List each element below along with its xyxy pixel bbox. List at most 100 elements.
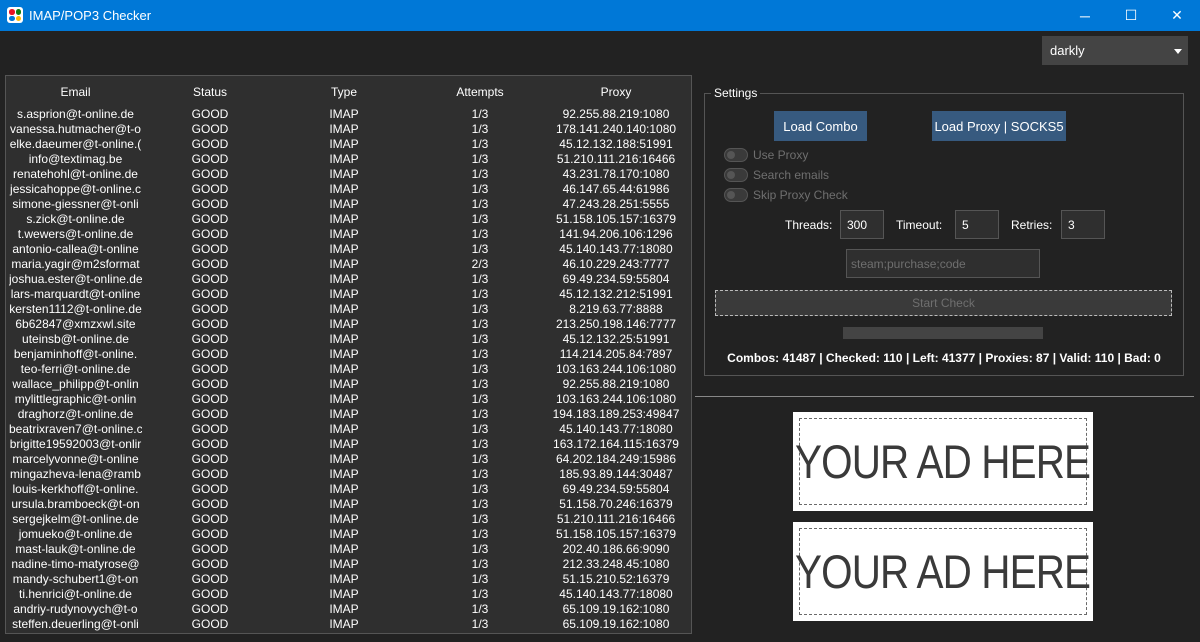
status-cell: GOOD: [191, 107, 229, 121]
results-table[interactable]: Email Status Type Attempts Proxy s.aspri…: [5, 75, 692, 634]
table-row[interactable]: wallace_philipp@t-onlin GOOD IMAP 1/3 92.255…: [6, 377, 691, 392]
table-row[interactable]: s.asprion@t-online.de GOOD IMAP 1/3 92.255.8…: [6, 107, 691, 122]
table-row[interactable]: mingazheva-lena@ramb GOOD IMAP 1/3 185.93.89…: [6, 467, 691, 482]
table-row[interactable]: andriy-rudynovych@t-o GOOD IMAP 1/3 65.109.1…: [6, 602, 691, 617]
table-row[interactable]: brigitte19592003@t-onlir GOOD IMAP 1/3 163.1…: [6, 437, 691, 452]
email-cell: mingazheva-lena@ramb: [10, 467, 141, 481]
close-icon[interactable]: ✕: [1154, 0, 1200, 31]
table-row[interactable]: steffen.deuerling@t-onli GOOD IMAP 1/3 65.10…: [6, 617, 691, 632]
table-row[interactable]: beatrixraven7@t-online.c GOOD IMAP 1/3 45.14…: [6, 422, 691, 437]
use-proxy-label: Use Proxy: [753, 148, 809, 162]
email-cell: draghorz@t-online.de: [17, 407, 134, 421]
type-cell: IMAP: [329, 602, 359, 616]
icon-dot-red: [9, 9, 15, 15]
proxy-cell: 114.214.205.84:7897: [559, 347, 673, 361]
attempts-cell: 1/3: [471, 197, 489, 211]
table-row[interactable]: benjaminhoff@t-online. GOOD IMAP 1/3 114.214…: [6, 347, 691, 362]
email-cell: teo-ferri@t-online.de: [20, 362, 131, 376]
table-row[interactable]: nadine-timo-matyrose@ GOOD IMAP 1/3 212.33.2…: [6, 557, 691, 572]
column-header-status[interactable]: Status: [160, 85, 260, 99]
table-row[interactable]: info@textimag.be GOOD IMAP 1/3 51.210.111.21…: [6, 152, 691, 167]
table-row[interactable]: ursula.bramboeck@t-on GOOD IMAP 1/3 51.158.7…: [6, 497, 691, 512]
keywords-input[interactable]: steam;purchase;code: [846, 249, 1040, 278]
table-row[interactable]: marcelyvonne@t-online GOOD IMAP 1/3 64.202.1…: [6, 452, 691, 467]
status-cell: GOOD: [191, 587, 229, 601]
table-row[interactable]: jomueko@t-online.de GOOD IMAP 1/3 51.158.105…: [6, 527, 691, 542]
attempts-cell: 1/3: [471, 287, 489, 301]
column-header-type[interactable]: Type: [294, 85, 394, 99]
ad-banner-2[interactable]: YOUR AD HERE: [793, 522, 1093, 621]
table-row[interactable]: lars-marquardt@t-online GOOD IMAP 1/3 45.12.…: [6, 287, 691, 302]
table-row[interactable]: uteinsb@t-online.de GOOD IMAP 1/3 45.12.132.…: [6, 332, 691, 347]
proxy-cell: 46.10.229.243:7777: [562, 257, 670, 271]
table-row[interactable]: 6b62847@xmzxwl.site GOOD IMAP 1/3 213.250.19…: [6, 317, 691, 332]
column-header-proxy[interactable]: Proxy: [541, 85, 691, 99]
skip-proxy-check-switch[interactable]: [724, 188, 748, 202]
ad-banner-1[interactable]: YOUR AD HERE: [793, 412, 1093, 511]
table-row[interactable]: louis-kerkhoff@t-online. GOOD IMAP 1/3 69.49…: [6, 482, 691, 497]
table-row[interactable]: ti.henrici@t-online.de GOOD IMAP 1/3 45.140.…: [6, 587, 691, 602]
proxy-cell: 141.94.206.106:1296: [559, 227, 673, 241]
table-row[interactable]: sergejkelm@t-online.de GOOD IMAP 1/3 51.210.…: [6, 512, 691, 527]
table-row[interactable]: kersten1112@t-online.de GOOD IMAP 1/3 8.219.…: [6, 302, 691, 317]
table-row[interactable]: draghorz@t-online.de GOOD IMAP 1/3 194.183.1…: [6, 407, 691, 422]
status-cell: GOOD: [191, 572, 229, 586]
table-row[interactable]: vanessa.hutmacher@t-o GOOD IMAP 1/3 178.141.…: [6, 122, 691, 137]
load-combo-button[interactable]: Load Combo: [774, 111, 867, 141]
attempts-cell: 1/3: [471, 362, 489, 376]
load-proxy-button[interactable]: Load Proxy | SOCKS5: [932, 111, 1066, 141]
column-header-attempts[interactable]: Attempts: [430, 85, 530, 99]
proxy-cell: 194.183.189.253:49847: [552, 407, 680, 421]
table-row[interactable]: s.zick@t-online.de GOOD IMAP 1/3 51.158.105.…: [6, 212, 691, 227]
use-proxy-toggle[interactable]: Use Proxy: [724, 147, 808, 163]
proxy-cell: 103.163.244.106:1080: [555, 392, 677, 406]
proxy-cell: 45.12.132.188:51991: [559, 137, 673, 151]
email-cell: andriy-rudynovych@t-o: [13, 602, 138, 616]
proxy-cell: 51.158.70.246:16379: [559, 497, 673, 511]
table-scrollbar[interactable]: [691, 76, 692, 633]
skip-proxy-check-toggle[interactable]: Skip Proxy Check: [724, 187, 848, 203]
table-row[interactable]: elke.daeumer@t-online.(GOOD IMAP 1/3 45.12.…: [6, 137, 691, 152]
maximize-icon[interactable]: ☐: [1108, 0, 1154, 31]
type-cell: IMAP: [329, 392, 359, 406]
status-cell: GOOD: [191, 167, 229, 181]
table-row[interactable]: teo-ferri@t-online.de GOOD IMAP 1/3 103.163.…: [6, 362, 691, 377]
search-emails-toggle[interactable]: Search emails: [724, 167, 829, 183]
email-cell: mandy-schubert1@t-on: [12, 572, 139, 586]
timeout-input[interactable]: 5: [955, 210, 999, 239]
email-cell: joshua.ester@t-online.de: [9, 272, 142, 286]
table-row[interactable]: maria.yagir@m2sformat GOOD IMAP 2/3 46.10.22…: [6, 257, 691, 272]
use-proxy-switch[interactable]: [724, 148, 748, 162]
table-row[interactable]: renatehohl@t-online.de GOOD IMAP 1/3 43.231.…: [6, 167, 691, 182]
table-row[interactable]: t.wewers@t-online.de GOOD IMAP 1/3 141.94.20…: [6, 227, 691, 242]
table-row[interactable]: mandy-schubert1@t-on GOOD IMAP 1/3 51.15.210…: [6, 572, 691, 587]
search-emails-switch[interactable]: [724, 168, 748, 182]
start-check-button[interactable]: Start Check: [715, 290, 1172, 316]
type-cell: IMAP: [329, 557, 359, 571]
icon-dot-blue: [9, 15, 15, 21]
theme-dropdown[interactable]: darkly: [1042, 36, 1188, 65]
table-row[interactable]: antonio-callea@t-online GOOD IMAP 1/3 45.140…: [6, 242, 691, 257]
threads-input[interactable]: 300: [840, 210, 884, 239]
email-cell: brigitte19592003@t-onlir: [9, 437, 142, 451]
table-row[interactable]: mylittlegraphic@t-onlin GOOD IMAP 1/3 103.16…: [6, 392, 691, 407]
email-cell: mylittlegraphic@t-onlin: [14, 392, 137, 406]
proxy-cell: 178.141.240.140:1080: [555, 122, 677, 136]
table-row[interactable]: simone-giessner@t-onli GOOD IMAP 1/3 47.243.…: [6, 197, 691, 212]
skip-proxy-check-label: Skip Proxy Check: [753, 188, 848, 202]
column-header-email[interactable]: Email: [9, 85, 142, 99]
type-cell: IMAP: [329, 302, 359, 316]
minimize-icon[interactable]: ─: [1062, 0, 1108, 31]
table-row[interactable]: jessicahoppe@t-online.c GOOD IMAP 1/3 46.147…: [6, 182, 691, 197]
type-cell: IMAP: [329, 212, 359, 226]
ad-banner-1-frame: YOUR AD HERE: [795, 418, 1091, 505]
type-cell: IMAP: [329, 452, 359, 466]
email-cell: marcelyvonne@t-online: [12, 452, 139, 466]
proxy-cell: 65.109.19.162:1080: [562, 602, 670, 616]
proxy-cell: 47.243.28.251:5555: [562, 197, 670, 211]
retries-input[interactable]: 3: [1061, 210, 1105, 239]
table-row[interactable]: joshua.ester@t-online.de GOOD IMAP 1/3 69.49…: [6, 272, 691, 287]
table-row[interactable]: mast-lauk@t-online.de GOOD IMAP 1/3 202.40.1…: [6, 542, 691, 557]
attempts-cell: 1/3: [471, 617, 489, 631]
attempts-cell: 1/3: [471, 212, 489, 226]
